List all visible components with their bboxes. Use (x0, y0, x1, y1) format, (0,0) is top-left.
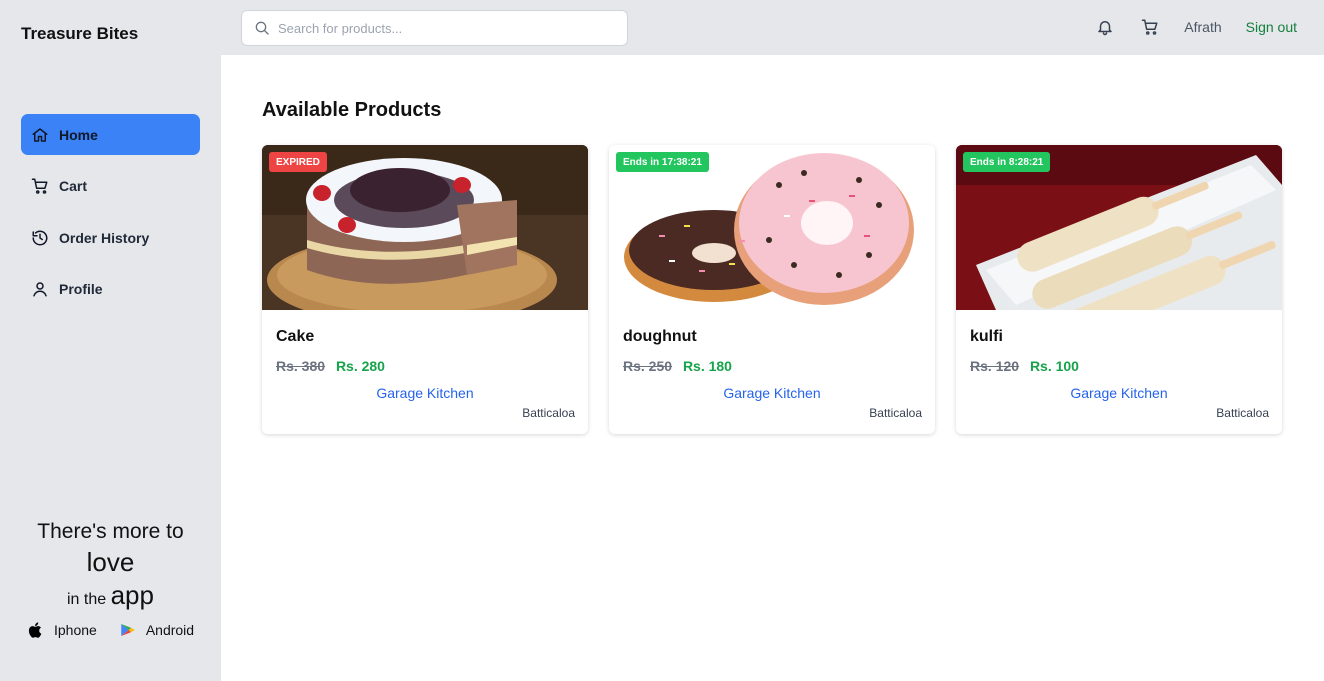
android-label: Android (145, 622, 195, 638)
sidebar-item-profile[interactable]: Profile (21, 269, 200, 310)
sidebar-item-cart[interactable]: Cart (21, 166, 200, 207)
promo-line-3: in the app (0, 578, 221, 617)
countdown-badge: Ends in 17:38:21 (616, 152, 709, 172)
product-prices: Rs. 120 Rs. 100 (970, 358, 1079, 374)
sidebar: Treasure Bites Home Cart Order History P… (0, 0, 221, 681)
bell-icon (1098, 21, 1113, 36)
product-card-kulfi[interactable]: Ends in 8:28:21 kulfi Rs. 120 Rs. 100 Ga… (956, 145, 1282, 434)
sidebar-item-label: Home (59, 126, 98, 143)
iphone-label: Iphone (54, 622, 97, 638)
product-card-doughnut[interactable]: Ends in 17:38:21 doughnut Rs. 250 Rs. 18… (609, 145, 935, 434)
brand-logo-text[interactable]: Treasure Bites (21, 24, 138, 44)
sidebar-item-label: Cart (59, 178, 88, 194)
cart-button[interactable] (1139, 16, 1161, 38)
promo-line-1: There's more to (37, 520, 184, 543)
original-price: Rs. 250 (623, 358, 673, 374)
product-location: Batticaloa (1216, 406, 1269, 420)
google-play-icon (121, 624, 135, 636)
sidebar-nav: Home Cart Order History Profile (21, 114, 200, 320)
sale-price: Rs. 180 (682, 358, 732, 374)
history-icon (31, 229, 49, 247)
android-store-link[interactable]: Android (119, 621, 194, 639)
apple-icon (28, 622, 42, 638)
product-location: Batticaloa (522, 406, 575, 420)
page-title: Available Products (262, 99, 442, 121)
product-grid: EXPIRED Cake Rs. 380 Rs. 280 Garage Kitc… (262, 145, 1303, 434)
search-input[interactable] (278, 20, 608, 36)
product-name: Cake (276, 328, 315, 345)
promo-line-3-small: in the (67, 591, 107, 608)
sidebar-item-label: Profile (59, 281, 103, 297)
user-name[interactable]: Afrath (1184, 19, 1221, 35)
home-icon (31, 126, 49, 144)
original-price: Rs. 120 (970, 358, 1020, 374)
seller-link[interactable]: Garage Kitchen (956, 385, 1282, 401)
product-prices: Rs. 250 Rs. 180 (623, 358, 732, 374)
sidebar-item-order-history[interactable]: Order History (21, 217, 200, 258)
product-image-doughnut: Ends in 17:38:21 (609, 145, 935, 310)
promo-line-2: love (86, 547, 135, 577)
product-card-cake[interactable]: EXPIRED Cake Rs. 380 Rs. 280 Garage Kitc… (262, 145, 588, 434)
product-prices: Rs. 380 Rs. 280 (276, 358, 385, 374)
sidebar-item-home[interactable]: Home (21, 114, 200, 155)
original-price: Rs. 380 (276, 358, 326, 374)
search-box[interactable] (241, 10, 628, 46)
notification-button[interactable] (1094, 16, 1116, 38)
sidebar-item-label: Order History (59, 229, 150, 246)
seller-link[interactable]: Garage Kitchen (262, 385, 588, 401)
product-name: kulfi (970, 328, 1003, 345)
sale-price: Rs. 100 (1029, 358, 1079, 374)
expired-badge: EXPIRED (269, 152, 327, 172)
user-icon (31, 280, 49, 298)
store-links: Iphone Android (27, 621, 216, 639)
product-name: doughnut (623, 328, 697, 345)
header-actions: Afrath Sign out (1094, 16, 1297, 38)
cart-icon (31, 177, 49, 195)
seller-link[interactable]: Garage Kitchen (609, 385, 935, 401)
iphone-store-link[interactable]: Iphone (27, 621, 97, 639)
sale-price: Rs. 280 (335, 358, 385, 374)
top-bar: Afrath Sign out (221, 0, 1324, 55)
main-content: Available Products EXPIRED Cake Rs. 380 … (221, 55, 1324, 681)
search-icon (255, 21, 269, 35)
product-location: Batticaloa (869, 406, 922, 420)
product-image-kulfi: Ends in 8:28:21 (956, 145, 1282, 310)
cart-icon (1142, 19, 1158, 35)
promo-line-3-big: app (110, 580, 154, 610)
product-image-cake: EXPIRED (262, 145, 588, 310)
app-promo: There's more to love in the app (0, 518, 221, 617)
countdown-badge: Ends in 8:28:21 (963, 152, 1051, 172)
sign-out-link[interactable]: Sign out (1246, 19, 1297, 35)
